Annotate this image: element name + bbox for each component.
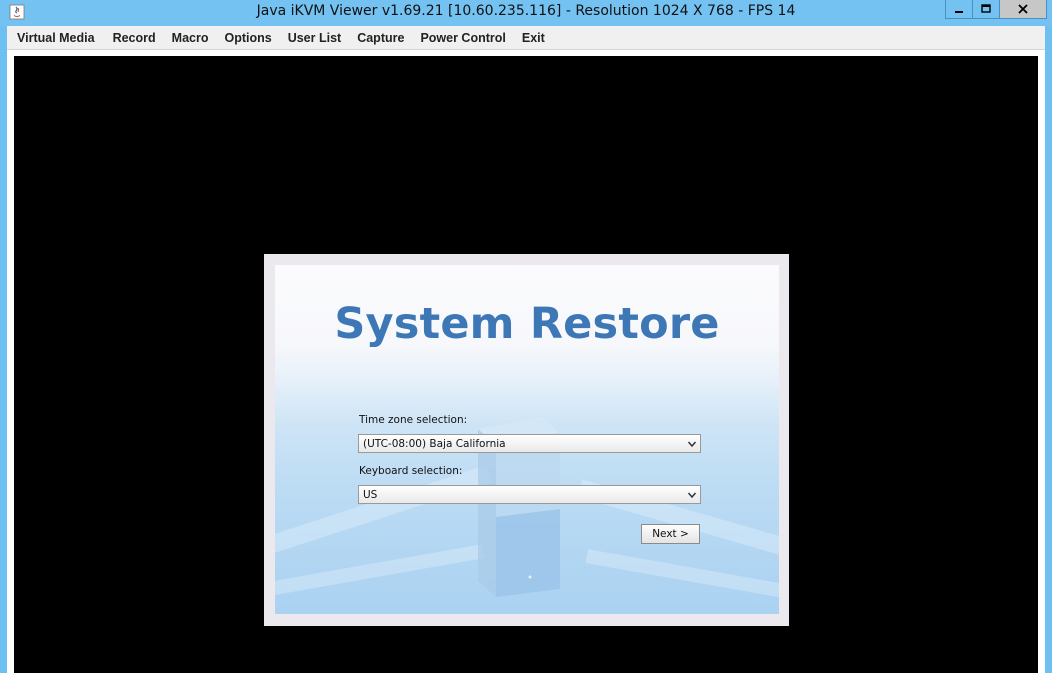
- window-title: Java iKVM Viewer v1.69.21 [10.60.235.116…: [256, 3, 796, 19]
- maximize-button[interactable]: [973, 0, 1000, 19]
- client-frame: System Restore Time zone selection: (UTC…: [7, 50, 1045, 673]
- remote-screen[interactable]: System Restore Time zone selection: (UTC…: [14, 56, 1038, 673]
- menu-power-control[interactable]: Power Control: [412, 31, 513, 45]
- keyboard-value: US: [363, 489, 378, 501]
- menu-capture[interactable]: Capture: [349, 31, 412, 45]
- chevron-down-icon: [687, 441, 697, 448]
- ikvm-window: Java iKVM Viewer v1.69.21 [10.60.235.116…: [0, 0, 1052, 673]
- menu-bar: Virtual Media Record Macro Options User …: [7, 26, 1045, 50]
- system-restore-heading: System Restore: [334, 299, 720, 349]
- timezone-value: (UTC-08:00) Baja California: [363, 438, 506, 450]
- minimize-icon: [955, 11, 963, 13]
- menu-macro[interactable]: Macro: [164, 31, 217, 45]
- dialog-background: System Restore Time zone selection: (UTC…: [275, 265, 779, 614]
- background-ray: [585, 549, 779, 605]
- menu-virtual-media[interactable]: Virtual Media: [7, 31, 105, 45]
- maximize-icon: [981, 4, 991, 13]
- chevron-down-icon: [687, 492, 697, 499]
- minimize-button[interactable]: [945, 0, 973, 19]
- keyboard-label: Keyboard selection:: [359, 465, 463, 477]
- keyboard-select[interactable]: US: [358, 485, 701, 504]
- window-controls: [945, 0, 1047, 20]
- background-ray: [275, 544, 485, 600]
- close-icon: [1018, 4, 1028, 14]
- timezone-select[interactable]: (UTC-08:00) Baja California: [358, 434, 701, 453]
- close-button[interactable]: [1000, 0, 1047, 19]
- next-button[interactable]: Next >: [641, 524, 700, 544]
- menu-user-list[interactable]: User List: [280, 31, 350, 45]
- menu-record[interactable]: Record: [105, 31, 164, 45]
- menu-options[interactable]: Options: [216, 31, 279, 45]
- title-bar[interactable]: Java iKVM Viewer v1.69.21 [10.60.235.116…: [0, 0, 1052, 26]
- timezone-label: Time zone selection:: [359, 414, 468, 426]
- menu-exit[interactable]: Exit: [514, 31, 553, 45]
- system-restore-dialog: System Restore Time zone selection: (UTC…: [264, 254, 789, 626]
